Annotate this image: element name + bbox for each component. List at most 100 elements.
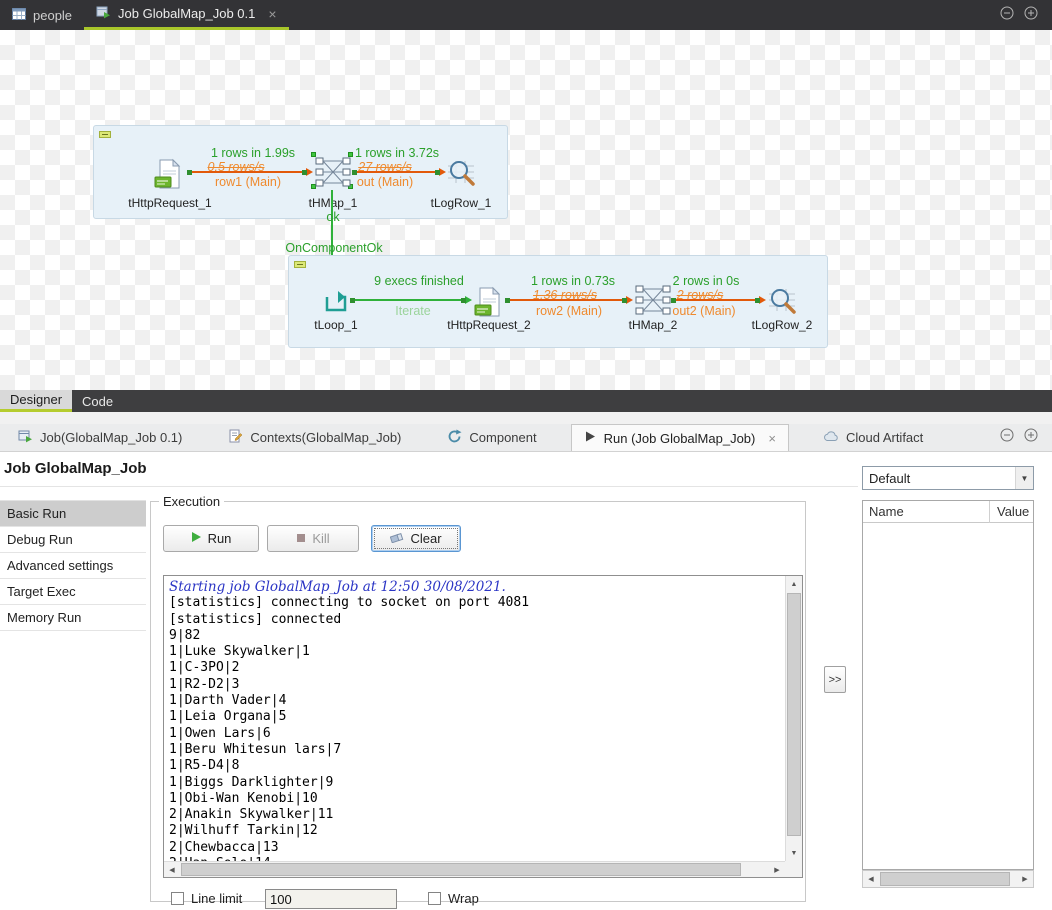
- chevron-down-icon[interactable]: ▼: [1015, 467, 1033, 489]
- tab-contexts[interactable]: Contexts(GlobalMap_Job): [216, 424, 413, 451]
- column-divider[interactable]: [989, 501, 990, 523]
- iterate-line[interactable]: [353, 299, 465, 301]
- clear-button-label: Clear: [410, 531, 441, 546]
- run-icon: [584, 430, 597, 446]
- arrowhead-icon: [306, 168, 313, 176]
- scroll-left-icon[interactable]: ◀: [164, 862, 180, 877]
- tab-designer[interactable]: Designer: [0, 390, 72, 412]
- minimize-icon[interactable]: [1000, 6, 1014, 25]
- connection-line[interactable]: [674, 299, 759, 301]
- connection-line[interactable]: [508, 299, 626, 301]
- job-design-canvas[interactable]: 1 rows in 1.99s 0.5 rows/s row1 (Main) 1…: [0, 30, 1052, 390]
- sidebar-item-target-exec[interactable]: Target Exec: [0, 579, 146, 605]
- subjob-collapse-toggle[interactable]: [99, 131, 111, 138]
- vertical-scrollbar[interactable]: ▲ ▼: [785, 576, 802, 861]
- panel-bar-controls: [1000, 424, 1052, 451]
- kill-button[interactable]: Kill: [267, 525, 359, 552]
- close-icon[interactable]: ×: [268, 7, 276, 21]
- context-table-header: Name Value: [863, 501, 1033, 523]
- scroll-right-icon[interactable]: ▶: [1017, 871, 1033, 887]
- maximize-icon[interactable]: [1024, 428, 1038, 447]
- console-line: [statistics] connected: [169, 612, 780, 628]
- console-line: 1|Beru Whitesun lars|7: [169, 742, 780, 758]
- sidebar-item-basic-run[interactable]: Basic Run: [0, 501, 146, 527]
- bottom-panel-tab-bar: Job(GlobalMap_Job 0.1) Contexts(GlobalMa…: [0, 424, 1052, 452]
- scroll-down-icon[interactable]: ▼: [786, 845, 802, 861]
- connection-line[interactable]: [190, 171, 306, 173]
- clear-button[interactable]: Clear: [371, 525, 461, 552]
- tab-label: people: [33, 8, 72, 23]
- run-button[interactable]: Run: [163, 525, 259, 552]
- component-tlogrow-1[interactable]: [446, 158, 476, 193]
- close-icon[interactable]: ×: [768, 431, 776, 446]
- console-options: Line limit Wrap: [151, 889, 807, 910]
- view-tab-bar: Designer Code: [0, 390, 1052, 412]
- editor-tab-bar: people Job GlobalMap_Job 0.1 ×: [0, 0, 1052, 30]
- tab-job-globalmap[interactable]: Job GlobalMap_Job 0.1 ×: [84, 0, 289, 30]
- console-line: [statistics] connecting to socket on por…: [169, 595, 780, 611]
- stop-icon: [296, 531, 306, 546]
- line-limit-checkbox[interactable]: [171, 892, 184, 905]
- tab-job[interactable]: Job(GlobalMap_Job 0.1): [6, 424, 194, 451]
- connection-rows-label: 1 rows in 1.99s: [193, 146, 313, 160]
- connection-anchor: [302, 170, 307, 175]
- scrollbar-corner: [785, 861, 802, 877]
- tab-cloud-artifact[interactable]: Cloud Artifact: [811, 424, 935, 451]
- subjob-collapse-toggle[interactable]: [294, 261, 306, 268]
- component-thttprequest-1[interactable]: [153, 158, 185, 195]
- panel-divider: [0, 412, 1052, 424]
- column-value[interactable]: Value: [997, 504, 1029, 519]
- page-title: Job GlobalMap_Job: [4, 460, 147, 477]
- connection-rows-label: 1 rows in 0.73s: [513, 274, 633, 288]
- scrollbar-thumb[interactable]: [787, 593, 801, 836]
- tab-label: Run (Job GlobalMap_Job): [604, 431, 756, 446]
- sidebar-item-debug-run[interactable]: Debug Run: [0, 527, 146, 553]
- scrollbar-thumb[interactable]: [181, 863, 741, 876]
- console-line: 2|Chewbacca|13: [169, 840, 780, 856]
- component-thmap-1[interactable]: [315, 156, 351, 193]
- tab-label: Component: [469, 430, 536, 445]
- minimize-icon[interactable]: [1000, 428, 1014, 447]
- run-view: Job GlobalMap_Job Basic Run Debug Run Ad…: [0, 452, 1052, 910]
- console-line: 2|Anakin Skywalker|11: [169, 807, 780, 823]
- scroll-left-icon[interactable]: ◀: [863, 871, 879, 887]
- console-line: 1|Darth Vader|4: [169, 693, 780, 709]
- component-icon: [447, 429, 462, 447]
- connection-rows-label: 1 rows in 3.72s: [337, 146, 457, 160]
- component-label: tHMap_1: [293, 196, 373, 210]
- table-icon: [12, 8, 26, 23]
- tab-run[interactable]: Run (Job GlobalMap_Job) ×: [571, 424, 789, 451]
- column-name[interactable]: Name: [869, 504, 904, 519]
- scroll-right-icon[interactable]: ▶: [769, 862, 785, 877]
- scroll-up-icon[interactable]: ▲: [786, 576, 802, 592]
- context-select[interactable]: Default ▼: [862, 466, 1034, 490]
- line-limit-label: Line limit: [191, 891, 242, 906]
- connection-name-label[interactable]: row2 (Main): [509, 304, 629, 318]
- expand-context-button[interactable]: >>: [824, 666, 846, 693]
- trigger-ok-label: ok: [318, 210, 348, 224]
- component-thmap-2[interactable]: [635, 284, 671, 321]
- iterate-name-label[interactable]: Iterate: [353, 304, 473, 318]
- console-line: 1|C-3PO|2: [169, 660, 780, 676]
- wrap-label: Wrap: [448, 891, 479, 906]
- context-horizontal-scrollbar[interactable]: ◀ ▶: [862, 870, 1034, 888]
- sidebar-item-memory-run[interactable]: Memory Run: [0, 605, 146, 631]
- tab-component[interactable]: Component: [435, 424, 548, 451]
- trigger-name-label[interactable]: OnComponentOk: [274, 241, 394, 255]
- context-select-value: Default: [863, 471, 1015, 486]
- sidebar-item-advanced-settings[interactable]: Advanced settings: [0, 553, 146, 579]
- connection-line[interactable]: [355, 171, 439, 173]
- scrollbar-thumb[interactable]: [880, 872, 1010, 886]
- tab-code[interactable]: Code: [72, 390, 123, 412]
- wrap-checkbox[interactable]: [428, 892, 441, 905]
- console-output[interactable]: Starting job GlobalMap_Job at 12:50 30/0…: [163, 575, 803, 878]
- component-tlogrow-2[interactable]: [767, 286, 797, 321]
- connection-name-label[interactable]: row1 (Main): [198, 175, 298, 189]
- component-tloop-1[interactable]: [322, 287, 350, 320]
- console-line: 1|Luke Skywalker|1: [169, 644, 780, 660]
- console-line: 1|R5-D4|8: [169, 758, 780, 774]
- line-limit-input[interactable]: [265, 889, 397, 909]
- maximize-icon[interactable]: [1024, 6, 1038, 25]
- tab-people[interactable]: people: [0, 0, 84, 30]
- horizontal-scrollbar[interactable]: ◀ ▶: [164, 861, 785, 877]
